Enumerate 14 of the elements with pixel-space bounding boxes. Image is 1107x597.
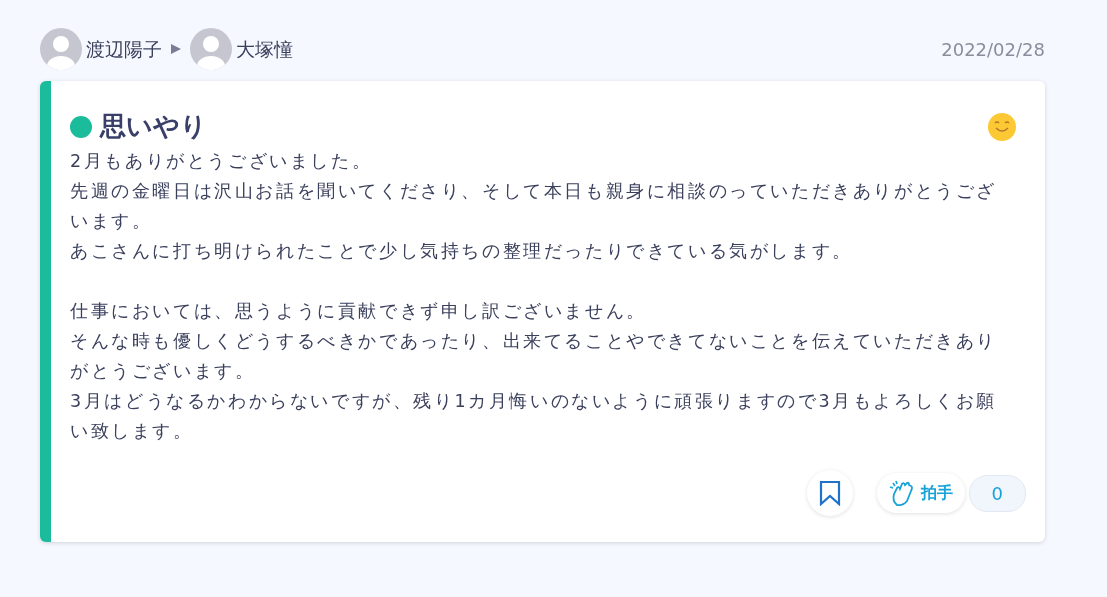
category-title: 思いやり [100, 110, 207, 143]
bookmark-icon [818, 480, 841, 506]
clap-button[interactable]: 拍手 [876, 473, 965, 513]
sender-name: 渡辺陽子 [86, 36, 162, 62]
message-paragraph: 仕事においては、思うように貢献できず申し訳ございません。 そんな時も優しくどうするべきかであったり、出来てることやできてないことを伝えていただきありがとうございます。 3月はどうなるかわからないですが、残り1カ月悔いのないように頑張りますので3月もよろしくお願い致します。 [70, 300, 998, 443]
bookmark-button[interactable] [806, 470, 853, 516]
arrow-icon [170, 43, 182, 55]
message-paragraph: 2月もありがとうございました。 先週の金曜日は沢山お話を聞いてくださり、そして本日も親身に相談のっていただきありがとうございます。 あこさんに打ち明けられたことで少し気持ちの整理だったりできている気がします。 [70, 150, 998, 263]
avatar [40, 28, 82, 70]
avatar [190, 28, 232, 70]
clap-count: 0 [968, 474, 1026, 512]
recipient-name: 大塚憧 [236, 36, 293, 62]
post-date: 2022/02/28 [941, 37, 1045, 62]
smiley-icon[interactable] [987, 111, 1017, 142]
